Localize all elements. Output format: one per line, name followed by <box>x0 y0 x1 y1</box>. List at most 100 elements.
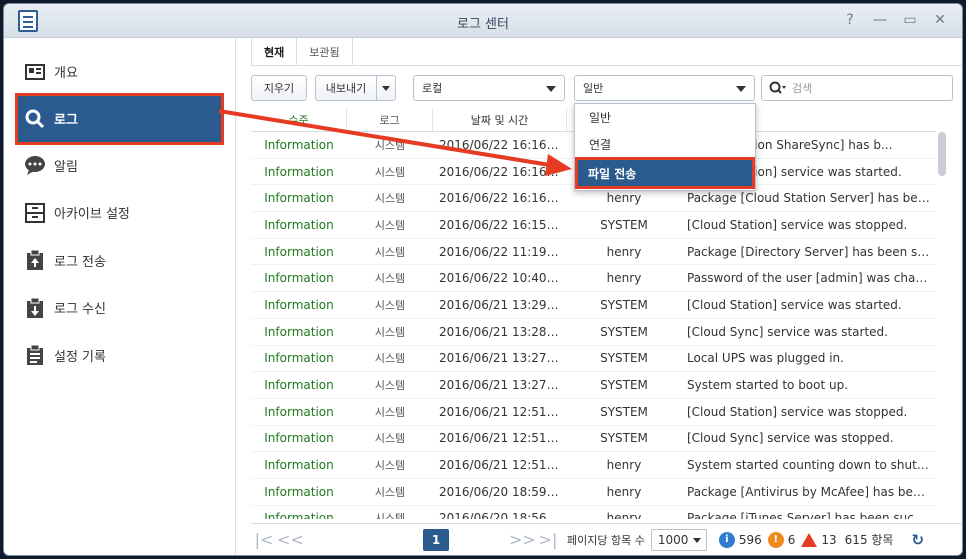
dropdown-option-file-transfer[interactable]: 파일 전송 <box>575 157 755 189</box>
table-row[interactable]: Information 시스템 2016/06/20 18:59:... henry P… <box>251 479 936 506</box>
per-page-select[interactable]: 1000 <box>650 528 707 551</box>
tab-current[interactable]: 현재 <box>251 38 298 65</box>
total-count: 615 항목 <box>844 533 894 547</box>
table-row[interactable]: Information 시스템 2016/06/20 18:56:... henry P… <box>251 506 936 519</box>
cell-level: Information <box>264 458 334 473</box>
current-page[interactable]: 1 <box>423 528 449 551</box>
clear-button[interactable]: 지우기 <box>251 75 307 101</box>
cell-datetime: 2016/06/20 18:56:... <box>439 511 563 519</box>
search-icon <box>24 108 46 130</box>
maximize-icon[interactable]: ▭ <box>902 12 918 28</box>
cell-log: 시스템 <box>374 245 406 259</box>
table-row[interactable]: Information 시스템 2016/06/21 12:51:... SYSTEM… <box>251 399 936 426</box>
warning-count: 6 <box>787 532 796 547</box>
dropdown-option-connection[interactable]: 연결 <box>575 131 755 158</box>
cell-message: [Cloud Station] service was stopped. <box>687 217 908 232</box>
export-button[interactable]: 내보내기 <box>315 75 377 101</box>
header-log[interactable]: 로그 <box>347 108 433 131</box>
export-dropdown-button[interactable] <box>376 75 396 101</box>
cell-user: henry <box>606 271 642 286</box>
last-page-icon[interactable]: >| <box>535 530 561 549</box>
table-row[interactable]: Information 시스템 2016/06/21 12:51:... SYSTEM… <box>251 426 936 453</box>
sidebar-item-label: 알림 <box>54 159 78 175</box>
table-row[interactable]: Information 시스템 2016/06/21 13:27:... SYSTEM… <box>251 346 936 373</box>
help-icon[interactable]: ? <box>842 12 858 28</box>
cell-log: 시스템 <box>374 352 406 366</box>
table-row[interactable]: Information 시스템 2016/06/21 13:28:... SYSTEM… <box>251 319 936 346</box>
cell-level: Information <box>264 297 334 312</box>
close-icon[interactable]: ✕ <box>932 12 948 28</box>
header-datetime[interactable]: 날짜 및 시간 <box>433 108 567 131</box>
cell-log: 시스템 <box>374 272 406 286</box>
cell-log: 시스템 <box>374 192 406 206</box>
chevron-down-icon <box>382 85 390 91</box>
cell-message: Package [Cloud Station Server] has been … <box>687 191 936 206</box>
cell-level: Information <box>264 271 334 286</box>
window-controls: ? — ▭ ✕ <box>842 12 948 28</box>
cell-message: System started counting down to shutdow.… <box>687 458 936 473</box>
cell-log: 시스템 <box>374 218 406 232</box>
search-input[interactable]: 검색 <box>761 75 953 101</box>
table-row[interactable]: Information 시스템 2016/06/22 11:19:... henry P… <box>251 239 936 266</box>
cell-user: SYSTEM <box>600 217 648 232</box>
cell-datetime: 2016/06/21 12:51:... <box>439 458 563 473</box>
type-dropdown-menu: 일반 연결 파일 전송 <box>574 103 756 191</box>
cell-datetime: 2016/06/21 13:28:... <box>439 324 563 339</box>
prev-page-icon[interactable]: << <box>277 530 304 549</box>
cell-datetime: 2016/06/22 16:16:... <box>439 191 563 206</box>
cell-user: SYSTEM <box>600 297 648 312</box>
table-row[interactable]: Information 시스템 2016/06/21 12:51:... henry S… <box>251 452 936 479</box>
cell-user: SYSTEM <box>600 404 648 419</box>
clipboard-list-icon <box>24 344 46 366</box>
header-level[interactable]: 수준 <box>251 108 347 131</box>
chevron-down-icon <box>692 537 701 543</box>
first-page-icon[interactable]: |< <box>251 530 277 549</box>
sidebar-item-config-history[interactable]: 설정 기록 <box>4 332 235 380</box>
sidebar-item-label: 로그 <box>54 113 78 128</box>
cell-user: SYSTEM <box>600 378 648 393</box>
cell-datetime: 2016/06/21 12:51:... <box>439 404 563 419</box>
cell-log: 시스템 <box>374 298 406 312</box>
cell-user: henry <box>606 191 642 206</box>
info-icon: i <box>718 531 735 548</box>
cell-level: Information <box>264 378 334 393</box>
cell-user: henry <box>606 458 642 473</box>
sidebar-item-label: 로그 전송 <box>54 254 106 270</box>
cell-message: [Cloud Station] service was stopped. <box>687 404 908 419</box>
cell-message: Package [iTunes Server] has been succes.… <box>687 511 936 519</box>
sidebar: 개요 로그 알림 아카이브 설정 로그 전송 로그 수신 설정 기록 <box>4 38 236 555</box>
cell-level: Information <box>264 484 334 499</box>
table-scrollbar[interactable] <box>938 132 946 176</box>
source-select[interactable]: 로컬 <box>413 75 565 101</box>
table-row[interactable]: Information 시스템 2016/06/22 10:40:... henry P… <box>251 265 936 293</box>
table-row[interactable]: Information 시스템 2016/06/22 16:15:... SYSTEM… <box>251 212 936 239</box>
dropdown-option-general[interactable]: 일반 <box>575 104 755 131</box>
next-page-icon[interactable]: >> <box>509 530 536 549</box>
table-row[interactable]: Information 시스템 2016/06/21 13:29:... SYSTEM… <box>251 292 936 319</box>
sidebar-item-label: 아카이브 설정 <box>54 207 130 223</box>
cell-level: Information <box>264 511 334 519</box>
cell-datetime: 2016/06/22 16:15:... <box>439 217 563 232</box>
cell-log: 시스템 <box>374 432 406 446</box>
sidebar-item-log-receive[interactable]: 로그 수신 <box>4 284 235 332</box>
minimize-icon[interactable]: — <box>872 12 888 28</box>
cell-level: Information <box>264 351 334 366</box>
cell-user: henry <box>606 511 642 519</box>
sidebar-item-overview[interactable]: 개요 <box>4 48 235 96</box>
refresh-icon[interactable]: ↻ <box>911 531 924 549</box>
error-count: 13 <box>821 532 837 547</box>
type-select[interactable]: 일반 <box>574 75 755 101</box>
tab-archived[interactable]: 보관됨 <box>297 38 353 65</box>
clipboard-download-icon <box>24 297 46 319</box>
sidebar-item-log-send[interactable]: 로그 전송 <box>4 237 235 285</box>
sidebar-item-notification[interactable]: 알림 <box>4 142 235 190</box>
cell-message: Package [Directory Server] has been succ… <box>687 244 936 259</box>
cell-log: 시스템 <box>374 325 406 339</box>
cell-user: SYSTEM <box>600 324 648 339</box>
table-row[interactable]: Information 시스템 2016/06/21 13:27:... SYSTEM… <box>251 372 936 399</box>
sidebar-item-log[interactable]: 로그 <box>15 92 224 145</box>
cell-message: Password of the user [admin] was change.… <box>687 271 936 286</box>
cell-log: 시스템 <box>374 485 406 499</box>
search-placeholder: 검색 <box>792 82 813 95</box>
sidebar-item-archive[interactable]: 아카이브 설정 <box>4 189 235 237</box>
